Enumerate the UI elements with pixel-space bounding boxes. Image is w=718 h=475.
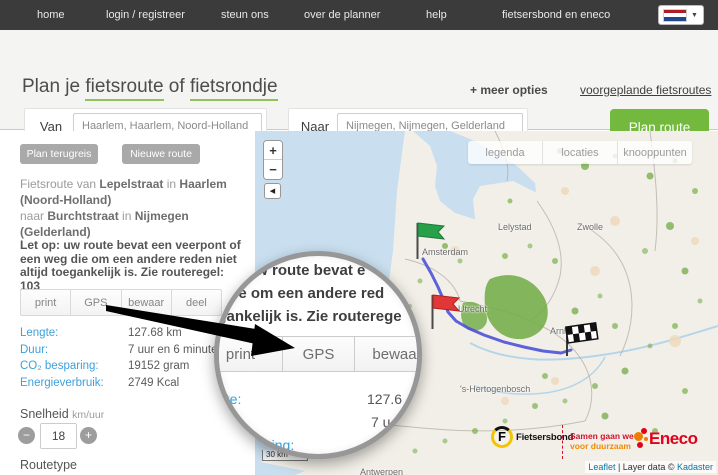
desc-text: Fietsroute van: [20, 177, 99, 191]
route-stats: Lengte:127.68 km Duur:7 uur en 6 minuten…: [20, 325, 240, 391]
city-label-zwolle: Zwolle: [577, 222, 603, 232]
gps-button[interactable]: GPS: [71, 290, 121, 315]
page-title: Plan je fietsroute of fietsrondje: [22, 76, 278, 98]
speed-decrease-button[interactable]: −: [18, 427, 35, 444]
locaties-button[interactable]: locaties: [543, 141, 618, 164]
dutch-flag-icon: [663, 9, 687, 22]
stat-value: 2749 Kcal: [128, 377, 179, 389]
desc-start-street: Lepelstraat: [99, 177, 163, 191]
map-zoom-control: + −: [263, 140, 283, 180]
lens-warning-line3: egankelijk is. Zie routerege: [214, 308, 402, 325]
nieuwe-route-button[interactable]: Nieuwe route: [122, 144, 200, 164]
nav-home[interactable]: home: [37, 0, 65, 30]
stat-row-lengte: Lengte:127.68 km: [20, 325, 240, 342]
zoom-out-button[interactable]: −: [264, 160, 282, 179]
desc-end-street: Burchtstraat: [47, 209, 118, 223]
lens-action-bar: print GPS bewaar: [214, 336, 422, 372]
bewaar-button[interactable]: bewaar: [122, 290, 172, 315]
stat-value: 19152 gram: [128, 360, 189, 372]
zoom-in-button[interactable]: +: [264, 141, 282, 160]
dashed-divider: [562, 425, 563, 459]
route-sidebar: Plan terugreis Nieuwe route Fietsroute v…: [0, 131, 255, 475]
fietsersbond-f-icon: F: [491, 426, 513, 448]
stat-label: Duur:: [20, 344, 128, 356]
fietsersbond-logo: F Fietsersbond: [491, 426, 573, 448]
speed-increase-button[interactable]: +: [80, 427, 97, 444]
title-mid: of: [164, 76, 190, 97]
snelheid-unit: km/uur: [72, 409, 104, 421]
plan-terugreis-button[interactable]: Plan terugreis: [20, 144, 98, 164]
desc-text: in: [163, 177, 179, 191]
sidebar-collapse-button[interactable]: ◀: [264, 183, 281, 199]
fietsrondje-link[interactable]: fietsrondje: [190, 76, 278, 101]
leaflet-link[interactable]: Leaflet: [588, 462, 615, 472]
route-planner-page: home login / registreer steun ons over d…: [0, 0, 718, 475]
knooppunten-button[interactable]: knooppunten: [618, 141, 692, 164]
attribution-text: | Layer data ©: [615, 462, 677, 472]
warning-flag-marker[interactable]: [426, 291, 462, 333]
map-layer-control: legenda locaties knooppunten: [468, 141, 692, 164]
print-button[interactable]: print: [21, 290, 71, 315]
stat-label: Energieverbruik:: [20, 377, 128, 389]
planner-header: Plan je fietsroute of fietsrondje + meer…: [0, 30, 718, 130]
speed-input[interactable]: [40, 423, 77, 449]
lens-co2-partial: ring:: [267, 437, 294, 453]
language-selector[interactable]: ▼: [658, 5, 704, 25]
title-prefix: Plan je: [22, 76, 85, 97]
stat-value: 127.68 km: [128, 327, 182, 339]
lens-lengte-value: 127.6: [367, 391, 402, 407]
meer-opties-link[interactable]: + meer opties: [470, 83, 548, 97]
lens-warning-line1: uw route bevat e: [247, 262, 365, 279]
legenda-button[interactable]: legenda: [468, 141, 543, 164]
chevron-down-icon: ▼: [691, 12, 698, 19]
nav-fietsersbond-en-eneco[interactable]: fietsersbond en eneco: [502, 0, 610, 30]
nav-help[interactable]: help: [426, 0, 447, 30]
city-label-antwerpen: Antwerpen: [360, 467, 403, 475]
start-flag-marker[interactable]: [411, 219, 447, 263]
eneco-logo: Eneco: [633, 428, 698, 450]
route-action-bar: print GPS bewaar deel: [20, 289, 222, 316]
city-label-utrecht: Utrecht: [458, 304, 487, 314]
voorgeplande-fietsroutes-link[interactable]: voorgeplande fietsroutes: [580, 83, 711, 97]
kadaster-link[interactable]: Kadaster: [677, 462, 713, 472]
lens-duur-value: 7 u: [371, 414, 390, 430]
city-label-shertogenbosch: 's-Hertogenbosch: [460, 384, 530, 394]
stat-row-energie: Energieverbruik:2749 Kcal: [20, 375, 240, 392]
lens-gps-button: GPS: [283, 337, 355, 371]
samen-gaan-we-logo: Samen gaan we voor duurzaam: [570, 432, 634, 451]
deel-button[interactable]: deel: [172, 290, 221, 315]
stat-label: Lengte:: [20, 327, 128, 339]
snelheid-text: Snelheid: [20, 407, 69, 421]
top-nav: home login / registreer steun ons over d…: [0, 0, 718, 30]
map-attribution: Leaflet | Layer data © Kadaster: [585, 461, 716, 473]
fietsroute-link[interactable]: fietsroute: [85, 76, 163, 101]
nav-steun-ons[interactable]: steun ons: [221, 0, 269, 30]
city-label-lelystad: Lelystad: [498, 222, 532, 232]
eneco-text: Eneco: [649, 429, 698, 449]
desc-text: in: [119, 209, 135, 223]
stat-label: CO₂ besparing:: [20, 360, 128, 372]
samen-line2: voor duurzaam: [570, 442, 634, 452]
lens-print-button: print: [214, 337, 283, 371]
eneco-dots-icon: [633, 428, 649, 450]
stat-row-co2: CO₂ besparing:19152 gram: [20, 358, 240, 375]
lens-bewaar-button: bewaar: [355, 337, 422, 371]
finish-flag-marker[interactable]: [557, 321, 603, 361]
route-description: Fietsroute van Lepelstraat in Haarlem (N…: [20, 176, 244, 240]
route-warning-text: Let op: uw route bevat een veerpont of e…: [20, 239, 246, 293]
stat-row-duur: Duur:7 uur en 6 minuten: [20, 342, 240, 359]
snelheid-label: Snelheid km/uur: [20, 407, 104, 421]
routetype-label: Routetype: [20, 458, 77, 472]
fietsersbond-text: Fietsersbond: [516, 432, 573, 443]
nav-login-registreer[interactable]: login / registreer: [106, 0, 185, 30]
stat-value: 7 uur en 6 minuten: [128, 344, 224, 356]
magnifier-lens: uw route bevat e die om een andere red e…: [214, 251, 422, 459]
desc-text: naar: [20, 209, 47, 223]
lens-warning-line2: die om een andere red: [225, 285, 384, 302]
lens-lengte-partial: gte:: [218, 391, 241, 407]
nav-over-de-planner[interactable]: over de planner: [304, 0, 380, 30]
